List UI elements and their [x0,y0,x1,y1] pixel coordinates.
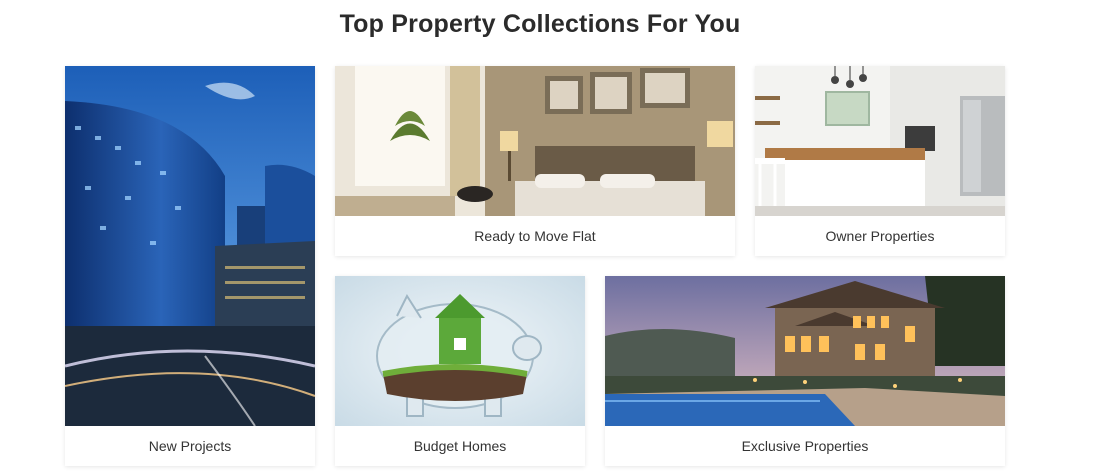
collection-label[interactable]: New Projects [65,426,315,466]
collection-label[interactable]: Budget Homes [335,426,585,466]
ready-to-move-image[interactable] [335,66,735,216]
collection-label[interactable]: Ready to Move Flat [335,216,735,256]
collection-card-new-projects[interactable]: New Projects [65,66,315,466]
collection-card-exclusive-properties[interactable]: Exclusive Properties [605,276,1005,466]
collection-card-owner-properties[interactable]: Owner Properties [755,66,1005,256]
new-projects-image[interactable] [65,66,315,426]
owner-properties-image[interactable] [755,66,1005,216]
exclusive-properties-image[interactable] [605,276,1005,426]
collection-card-ready-to-move[interactable]: Ready to Move Flat [335,66,735,256]
section-title: Top Property Collections For You [339,10,741,38]
collection-label[interactable]: Exclusive Properties [605,426,1005,466]
budget-homes-image[interactable] [335,276,585,426]
collection-label[interactable]: Owner Properties [755,216,1005,256]
collection-card-budget-homes[interactable]: Budget Homes [335,276,585,466]
